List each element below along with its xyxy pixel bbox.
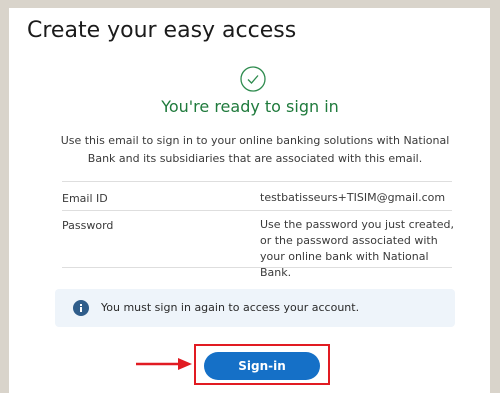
password-label: Password <box>62 219 114 232</box>
divider <box>62 267 452 268</box>
email-value: testbatisseurs+TISIM@gmail.com <box>260 191 446 204</box>
email-label: Email ID <box>62 192 108 205</box>
ready-heading: You're ready to sign in <box>161 97 339 116</box>
notice-box: You must sign in again to access your ac… <box>55 289 455 327</box>
info-icon <box>73 300 89 316</box>
password-value: Use the password you just created, or th… <box>260 218 454 279</box>
arrow-right-icon <box>136 358 192 370</box>
page-title: Create your easy access <box>27 18 297 43</box>
check-circle-icon <box>240 66 266 92</box>
description-text: Use this email to sign in to your online… <box>60 134 450 165</box>
divider <box>62 210 452 211</box>
sign-in-button[interactable]: Sign-in <box>204 352 320 380</box>
notice-text: You must sign in again to access your ac… <box>101 301 360 314</box>
divider <box>62 181 452 182</box>
